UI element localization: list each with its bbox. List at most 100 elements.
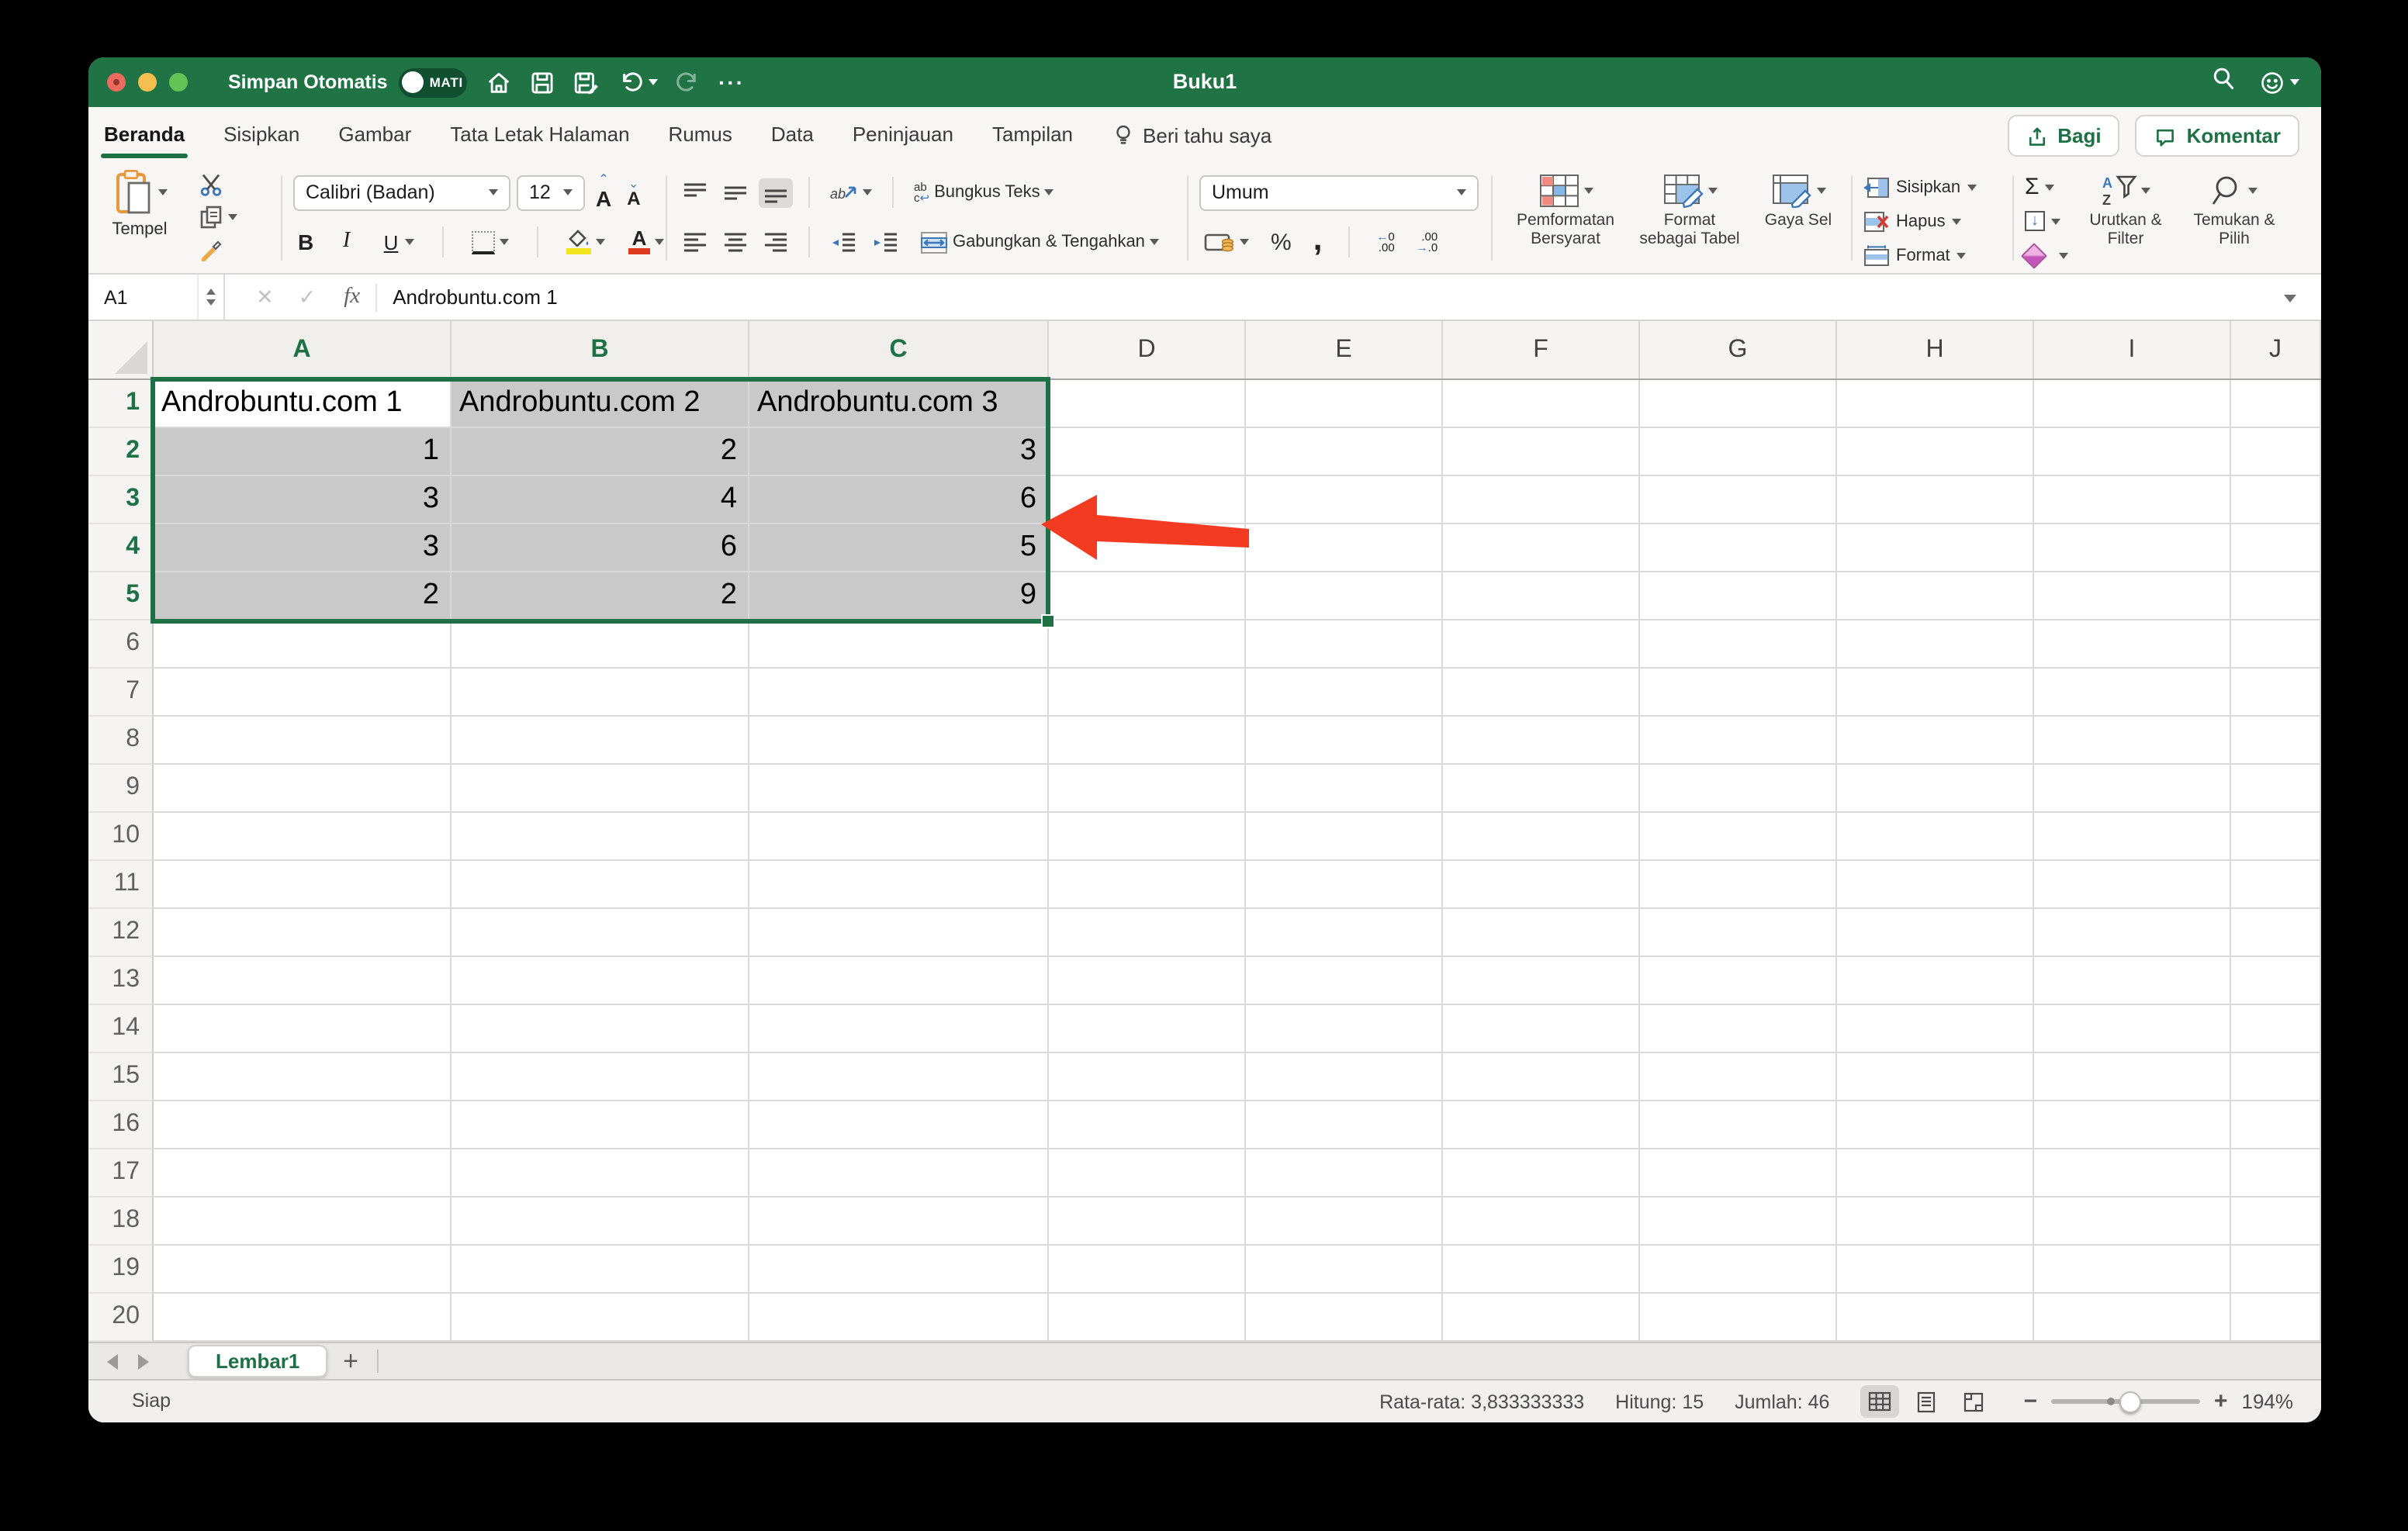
wrap-text-button[interactable]: ab c↩ Bungkus Teks: [909, 178, 1059, 206]
cell-E5[interactable]: [1246, 572, 1443, 620]
cell-J11[interactable]: [2231, 861, 2321, 909]
cell-B20[interactable]: [452, 1294, 749, 1342]
formula-input[interactable]: Androbuntu.com 1: [393, 285, 557, 309]
cell-A13[interactable]: [154, 957, 452, 1005]
sort-filter-button[interactable]: AZ Urutkan & Filter: [2074, 163, 2177, 262]
cell-D16[interactable]: [1049, 1101, 1246, 1149]
cell-D11[interactable]: [1049, 861, 1246, 909]
paste-button[interactable]: Tempel: [101, 169, 178, 268]
cell-E11[interactable]: [1246, 861, 1443, 909]
cell-B3[interactable]: 4: [452, 476, 749, 524]
cell-I2[interactable]: [2034, 428, 2231, 476]
cell-F1[interactable]: [1443, 380, 1640, 428]
paste-chevron-icon[interactable]: [157, 189, 167, 195]
cell-styles-button[interactable]: Gaya Sel: [1752, 163, 1845, 262]
cell-G16[interactable]: [1640, 1101, 1837, 1149]
cell-E8[interactable]: [1246, 717, 1443, 765]
cell-B7[interactable]: [452, 669, 749, 717]
cell-H9[interactable]: [1837, 765, 2034, 813]
cell-B5[interactable]: 2: [452, 572, 749, 620]
page-layout-view-button[interactable]: [1907, 1385, 1946, 1418]
sheet-prev-icon[interactable]: [107, 1354, 118, 1370]
cell-G5[interactable]: [1640, 572, 1837, 620]
cell-F4[interactable]: [1443, 524, 1640, 572]
row-header-5[interactable]: 5: [88, 572, 154, 620]
add-sheet-button[interactable]: +: [334, 1343, 368, 1379]
cell-I3[interactable]: [2034, 476, 2231, 524]
cell-B18[interactable]: [452, 1197, 749, 1246]
cell-I12[interactable]: [2034, 909, 2231, 957]
font-name-select[interactable]: Calibri (Badan): [293, 175, 510, 210]
tab-rumus[interactable]: Rumus: [669, 107, 732, 163]
cell-G17[interactable]: [1640, 1149, 1837, 1197]
cell-J12[interactable]: [2231, 909, 2321, 957]
cell-C3[interactable]: 6: [749, 476, 1049, 524]
cell-B11[interactable]: [452, 861, 749, 909]
decrease-font-button[interactable]: ⌃ A: [622, 175, 645, 210]
cell-H4[interactable]: [1837, 524, 2034, 572]
format-cells-button[interactable]: Format: [1863, 239, 1966, 271]
cell-C4[interactable]: 5: [749, 524, 1049, 572]
cell-D10[interactable]: [1049, 813, 1246, 861]
cell-H13[interactable]: [1837, 957, 2034, 1005]
cell-J7[interactable]: [2231, 669, 2321, 717]
number-format-select[interactable]: Umum: [1199, 175, 1479, 210]
cell-F5[interactable]: [1443, 572, 1640, 620]
cell-B16[interactable]: [452, 1101, 749, 1149]
cell-J1[interactable]: [2231, 380, 2321, 428]
cell-H3[interactable]: [1837, 476, 2034, 524]
currency-format-button[interactable]: [1199, 227, 1254, 257]
cell-G3[interactable]: [1640, 476, 1837, 524]
row-header-19[interactable]: 19: [88, 1246, 154, 1294]
cell-I8[interactable]: [2034, 717, 2231, 765]
cell-G8[interactable]: [1640, 717, 1837, 765]
cell-E15[interactable]: [1246, 1053, 1443, 1101]
row-header-1[interactable]: 1: [88, 380, 154, 428]
cell-G10[interactable]: [1640, 813, 1837, 861]
decrease-indent-button[interactable]: [825, 227, 861, 257]
increase-font-button[interactable]: ⌃ A: [591, 172, 616, 212]
cell-B19[interactable]: [452, 1246, 749, 1294]
cell-I4[interactable]: [2034, 524, 2231, 572]
row-header-11[interactable]: 11: [88, 861, 154, 909]
autosum-button[interactable]: Σ: [2025, 171, 2055, 203]
cell-J4[interactable]: [2231, 524, 2321, 572]
underline-button[interactable]: U: [377, 227, 419, 257]
row-header-15[interactable]: 15: [88, 1053, 154, 1101]
row-header-2[interactable]: 2: [88, 428, 154, 476]
cell-F20[interactable]: [1443, 1294, 1640, 1342]
column-header-G[interactable]: G: [1640, 321, 1837, 378]
cell-B10[interactable]: [452, 813, 749, 861]
cell-B17[interactable]: [452, 1149, 749, 1197]
cell-E4[interactable]: [1246, 524, 1443, 572]
cell-A17[interactable]: [154, 1149, 452, 1197]
cell-H8[interactable]: [1837, 717, 2034, 765]
merge-center-button[interactable]: Gabungkan & Tengahkan: [915, 227, 1164, 257]
column-header-J[interactable]: J: [2231, 321, 2321, 378]
cell-F16[interactable]: [1443, 1101, 1640, 1149]
font-color-button[interactable]: A: [624, 226, 669, 257]
cell-J8[interactable]: [2231, 717, 2321, 765]
cancel-entry-icon[interactable]: ✕: [256, 285, 274, 309]
cell-F17[interactable]: [1443, 1149, 1640, 1197]
page-break-view-button[interactable]: [1953, 1385, 1992, 1418]
cell-G18[interactable]: [1640, 1197, 1837, 1246]
cell-F19[interactable]: [1443, 1246, 1640, 1294]
delete-cells-button[interactable]: Hapus: [1863, 205, 1961, 237]
cell-H6[interactable]: [1837, 620, 2034, 669]
cell-J3[interactable]: [2231, 476, 2321, 524]
cell-G15[interactable]: [1640, 1053, 1837, 1101]
column-header-E[interactable]: E: [1246, 321, 1443, 378]
find-select-button[interactable]: Temukan & Pilih: [2183, 163, 2285, 262]
row-header-13[interactable]: 13: [88, 957, 154, 1005]
cell-I11[interactable]: [2034, 861, 2231, 909]
sheet-tab-lembar1[interactable]: Lembar1: [188, 1345, 328, 1377]
cell-J19[interactable]: [2231, 1246, 2321, 1294]
increase-indent-button[interactable]: [867, 227, 903, 257]
align-left-button[interactable]: [678, 227, 712, 257]
orientation-button[interactable]: ab: [825, 177, 877, 208]
cell-E18[interactable]: [1246, 1197, 1443, 1246]
row-header-12[interactable]: 12: [88, 909, 154, 957]
row-header-9[interactable]: 9: [88, 765, 154, 813]
cell-H5[interactable]: [1837, 572, 2034, 620]
